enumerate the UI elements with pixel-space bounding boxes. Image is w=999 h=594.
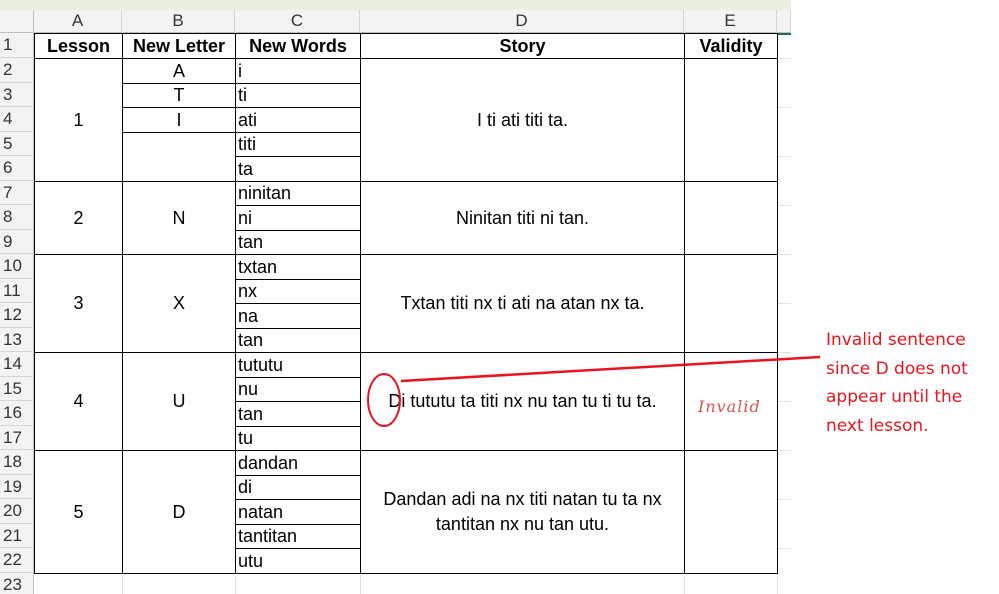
annotation-note: Invalid sentence since D does not appear… [826, 326, 996, 440]
annotation-line: since D does not [826, 358, 968, 379]
highlight-circle [367, 373, 401, 427]
annotation-line: next lesson. [826, 415, 929, 436]
annotation-line: appear until the [826, 387, 963, 407]
annotation-line: Invalid sentence [826, 330, 966, 350]
annotation-connector-line [400, 355, 821, 383]
annotation-overlay [367, 355, 821, 427]
